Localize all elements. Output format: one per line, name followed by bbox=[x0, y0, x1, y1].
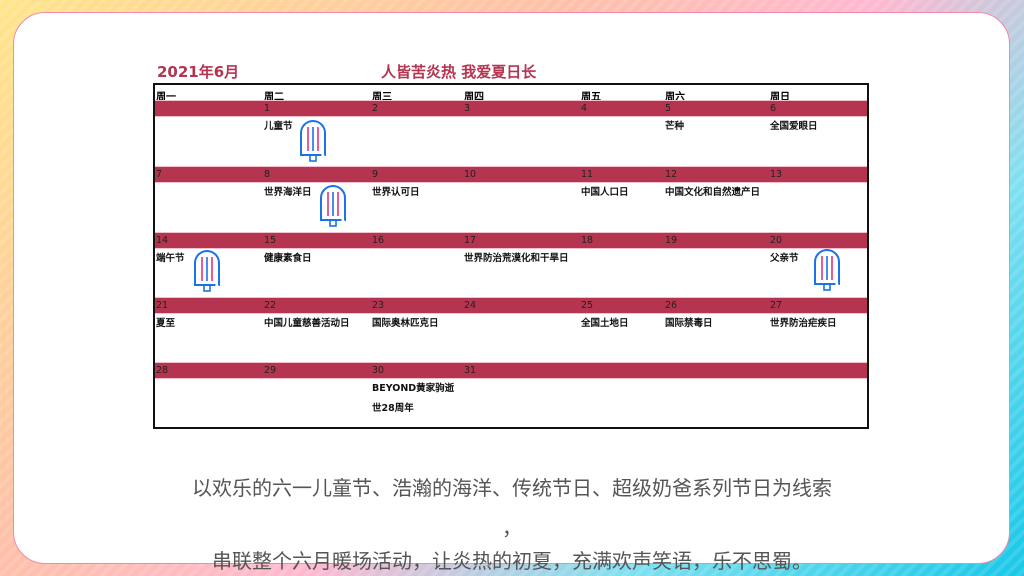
day-number: 28 bbox=[156, 365, 169, 376]
day-event: 世界防治荒漠化和干旱日 bbox=[464, 253, 569, 264]
calendar-table: 周一 周二 周三 周四 周五 周六 周日 1 2 3 4 5 6 儿童节 芒种 全国爱眼日 7 8 9 10 11 12 1… bbox=[153, 83, 869, 429]
popsicle-icon bbox=[298, 119, 328, 163]
day-event: 健康素食日 bbox=[264, 253, 312, 264]
day-number: 9 bbox=[372, 169, 379, 180]
day-event: 全国爱眼日 bbox=[770, 121, 818, 132]
day-number: 2 bbox=[372, 103, 379, 114]
week-date-band: 21 22 23 24 25 26 27 bbox=[155, 297, 867, 314]
day-number: 18 bbox=[581, 235, 594, 246]
day-number: 15 bbox=[264, 235, 277, 246]
day-event: 世界海洋日 bbox=[264, 187, 312, 198]
day-number: 10 bbox=[464, 169, 477, 180]
day-number: 21 bbox=[156, 300, 169, 311]
caption-line-1: 以欢乐的六一儿童节、浩瀚的海洋、传统节日、超级奶爸系列节日为线索 bbox=[192, 476, 832, 500]
day-event: 中国文化和自然遗产日 bbox=[665, 187, 761, 198]
day-number: 6 bbox=[770, 103, 777, 114]
day-number: 26 bbox=[665, 300, 678, 311]
day-event: 国际禁毒日 bbox=[665, 318, 713, 329]
day-number: 8 bbox=[264, 169, 271, 180]
day-event: 世界防治疟疾日 bbox=[770, 318, 837, 329]
calendar-month-title: 2021年6月 bbox=[157, 63, 240, 81]
day-number: 31 bbox=[464, 365, 477, 376]
day-number: 11 bbox=[581, 169, 594, 180]
week-date-band: 28 29 30 31 bbox=[155, 362, 867, 379]
caption-line-2: ， bbox=[502, 516, 522, 540]
day-number: 7 bbox=[156, 169, 163, 180]
day-number: 22 bbox=[264, 300, 277, 311]
day-number: 17 bbox=[464, 235, 477, 246]
day-event: 国际奥林匹克日 bbox=[372, 318, 439, 329]
day-event: 中国儿童慈善活动日 bbox=[264, 318, 350, 329]
day-event: 夏至 bbox=[156, 318, 176, 329]
week-date-band: 14 15 16 17 18 19 20 bbox=[155, 232, 867, 249]
popsicle-icon bbox=[812, 248, 842, 292]
day-number: 24 bbox=[464, 300, 477, 311]
day-number: 25 bbox=[581, 300, 594, 311]
week-date-band: 7 8 9 10 11 12 13 bbox=[155, 166, 867, 183]
day-number: 23 bbox=[372, 300, 385, 311]
day-number: 5 bbox=[665, 103, 672, 114]
day-number: 20 bbox=[770, 235, 783, 246]
day-number: 27 bbox=[770, 300, 783, 311]
day-number: 30 bbox=[372, 365, 385, 376]
day-event: 芒种 bbox=[665, 121, 685, 132]
week-date-band: 1 2 3 4 5 6 bbox=[155, 100, 867, 117]
day-event: 世界认可日 bbox=[372, 187, 420, 198]
day-event: 世28周年 bbox=[372, 403, 414, 414]
day-number: 13 bbox=[770, 169, 783, 180]
day-number: 4 bbox=[581, 103, 588, 114]
day-number: 14 bbox=[156, 235, 169, 246]
popsicle-icon bbox=[318, 184, 348, 228]
calendar-slogan: 人皆苦炎热 我爱夏日长 bbox=[381, 63, 537, 81]
day-event: 全国土地日 bbox=[581, 318, 629, 329]
caption-line-3: 串联整个六月暖场活动，让炎热的初夏，充满欢声笑语，乐不思蜀。 bbox=[212, 549, 812, 573]
day-number: 3 bbox=[464, 103, 471, 114]
day-number: 1 bbox=[264, 103, 271, 114]
day-event: BEYOND黄家驹逝 bbox=[372, 383, 455, 394]
day-event: 父亲节 bbox=[770, 253, 799, 264]
day-number: 16 bbox=[372, 235, 385, 246]
day-event: 儿童节 bbox=[264, 121, 293, 132]
day-number: 29 bbox=[264, 365, 277, 376]
day-event: 端午节 bbox=[156, 253, 185, 264]
popsicle-icon bbox=[192, 249, 222, 293]
day-event: 中国人口日 bbox=[581, 187, 629, 198]
day-number: 19 bbox=[665, 235, 678, 246]
day-number: 12 bbox=[665, 169, 678, 180]
